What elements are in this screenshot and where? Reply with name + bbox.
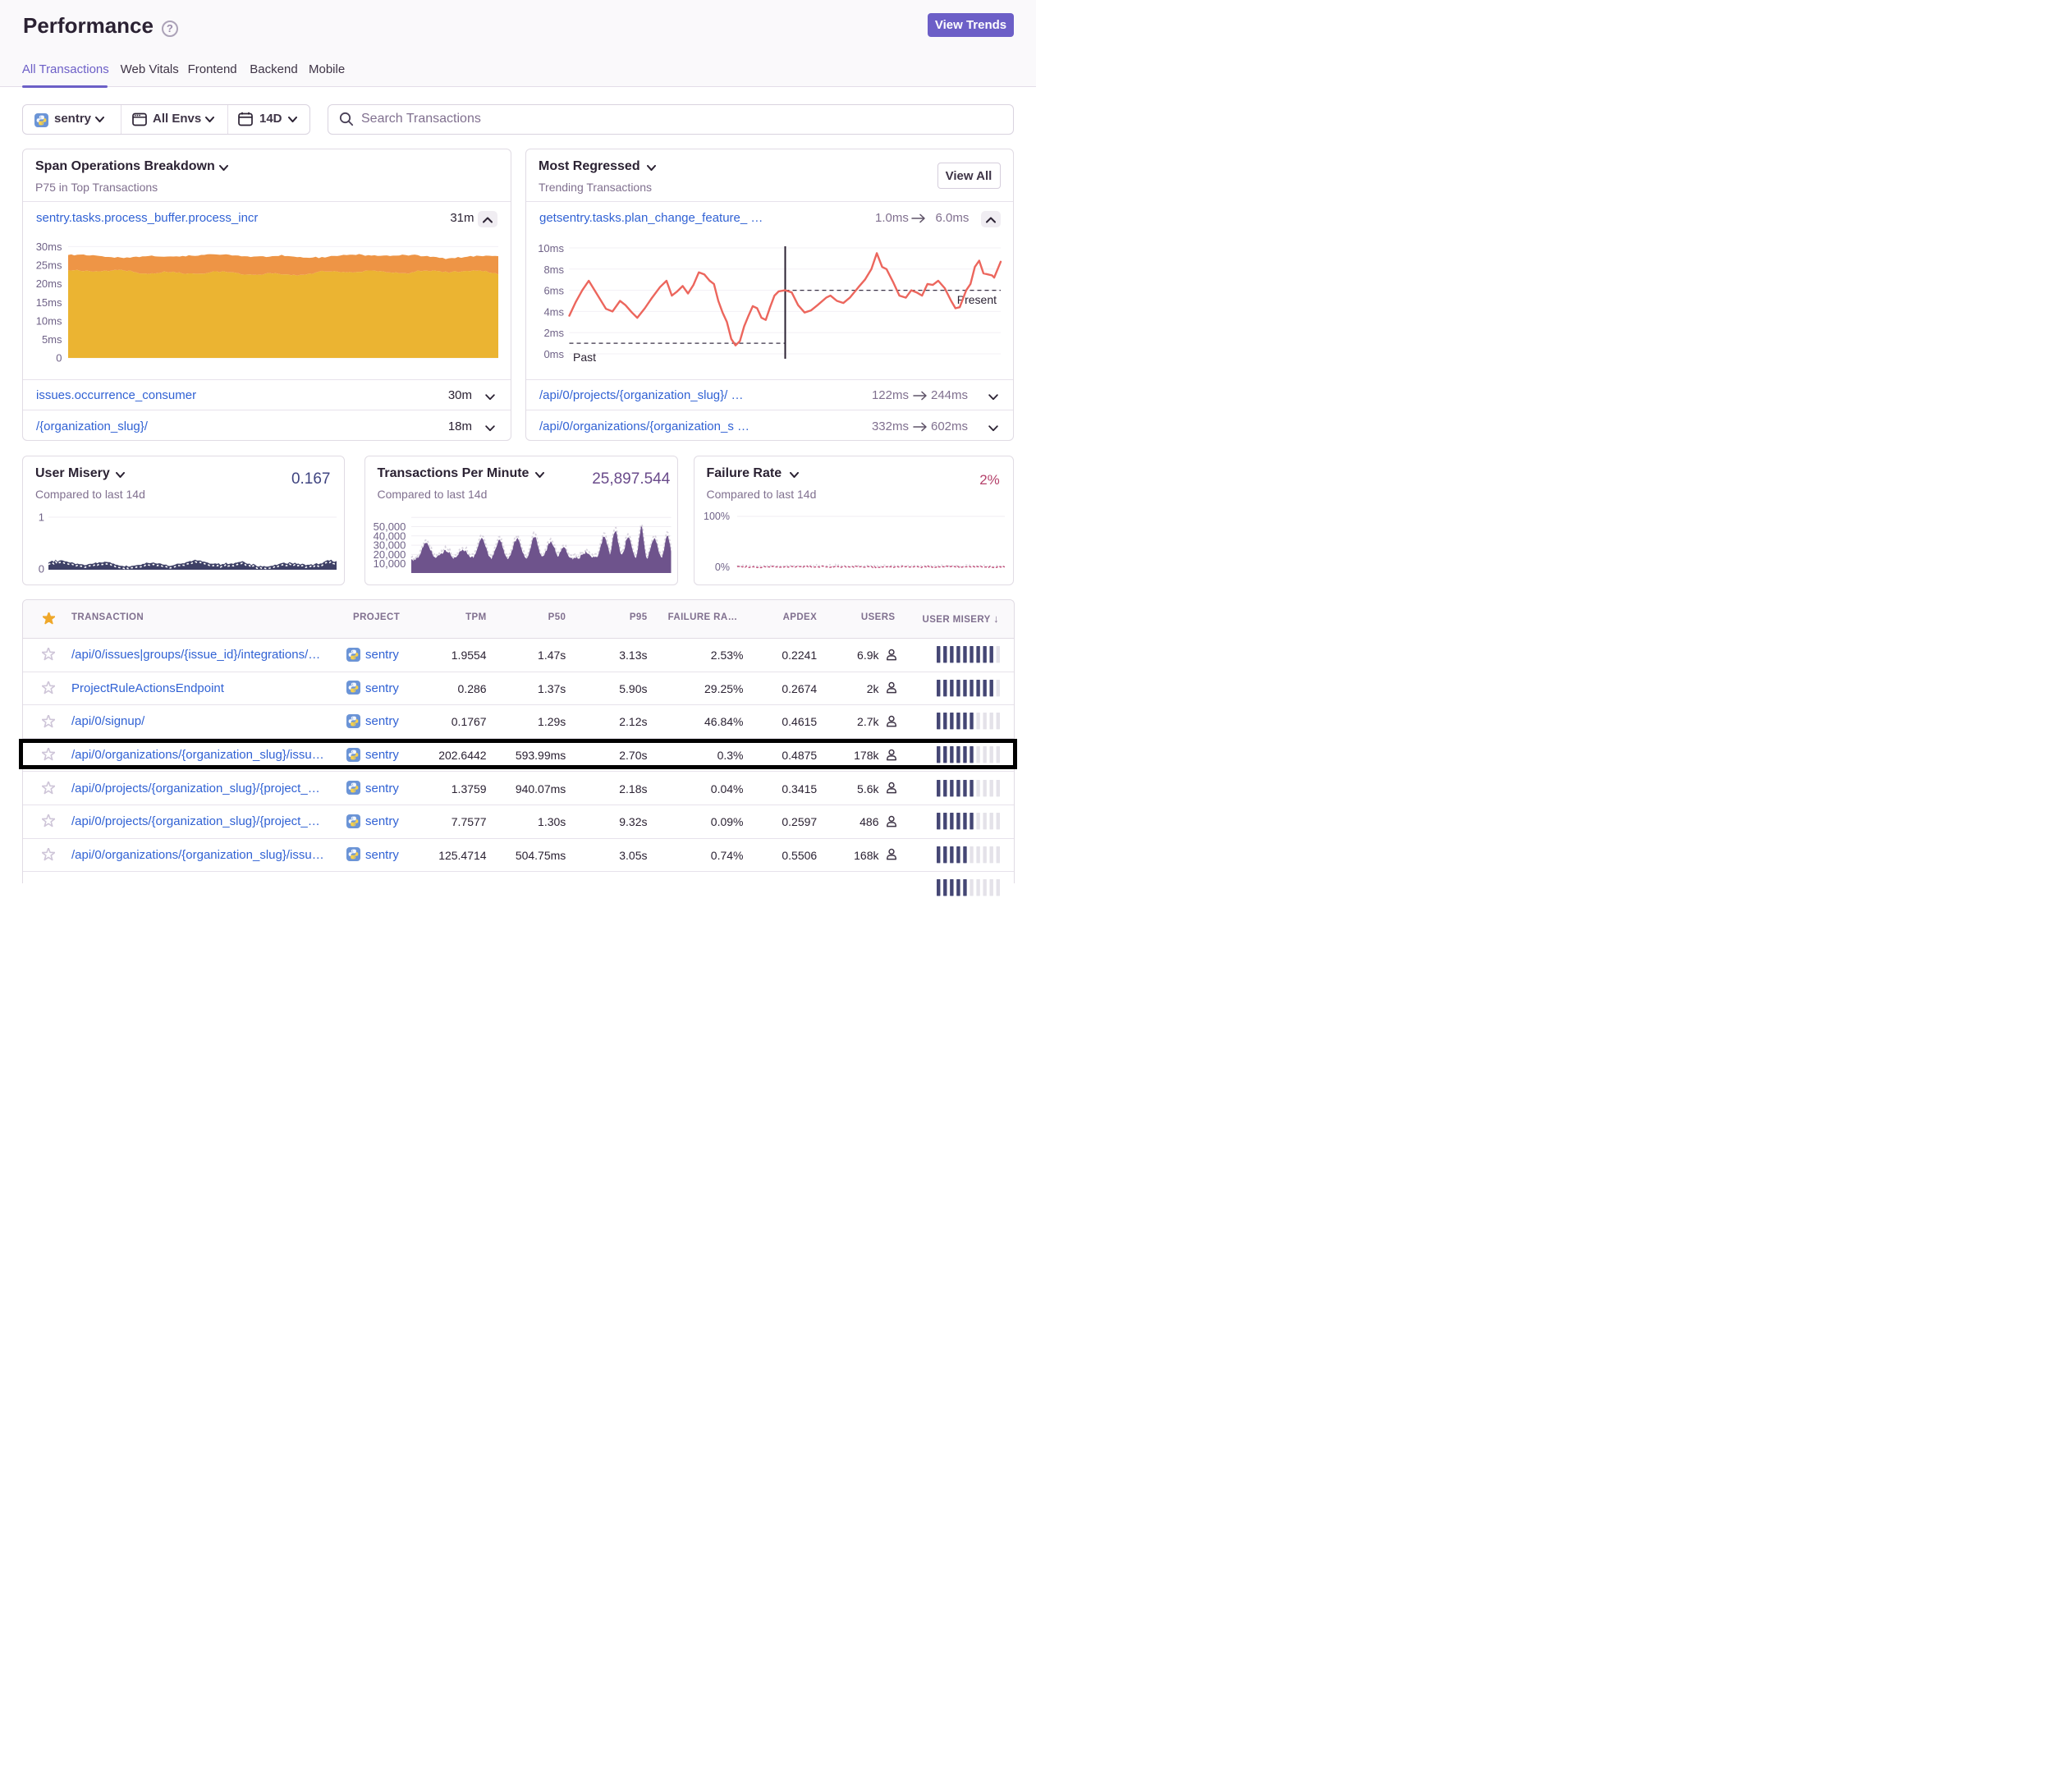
- svg-text:5ms: 5ms: [42, 333, 62, 346]
- svg-text:1: 1: [39, 511, 44, 524]
- svg-text:10ms: 10ms: [538, 242, 564, 254]
- svg-text:2ms: 2ms: [543, 327, 564, 339]
- svg-text:100%: 100%: [704, 511, 730, 522]
- svg-text:0%: 0%: [715, 562, 730, 573]
- svg-text:8ms: 8ms: [543, 264, 564, 276]
- svg-text:30ms: 30ms: [36, 241, 62, 253]
- svg-text:15ms: 15ms: [36, 296, 62, 309]
- svg-text:10ms: 10ms: [36, 314, 62, 327]
- svg-text:25ms: 25ms: [36, 259, 62, 272]
- svg-text:0: 0: [56, 352, 62, 364]
- svg-text:6ms: 6ms: [543, 285, 564, 297]
- svg-text:50,000: 50,000: [374, 520, 406, 533]
- svg-text:20ms: 20ms: [36, 277, 62, 290]
- svg-text:0ms: 0ms: [543, 348, 564, 360]
- svg-text:Past: Past: [573, 351, 596, 364]
- svg-text:0: 0: [39, 563, 44, 575]
- svg-text:4ms: 4ms: [543, 305, 564, 318]
